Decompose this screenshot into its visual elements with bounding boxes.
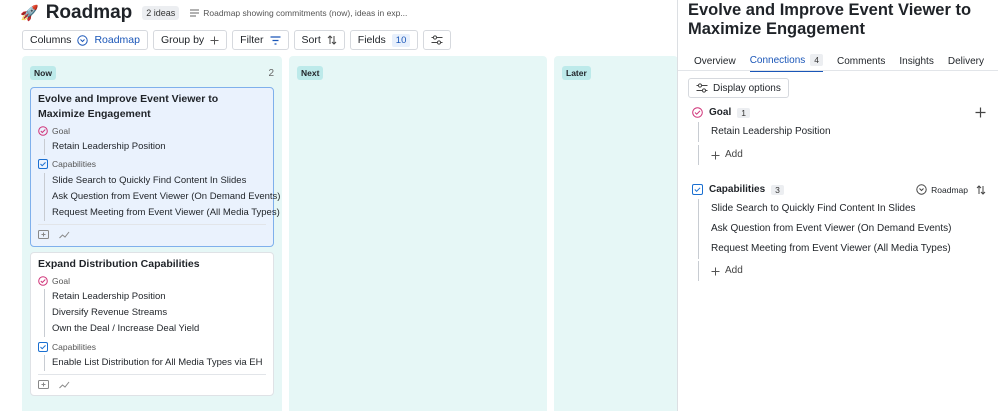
columns-button[interactable]: Columns Roadmap (22, 30, 148, 50)
view-settings-button[interactable] (423, 30, 452, 50)
fields-label: Fields (357, 34, 386, 46)
page-header: 🚀 Roadmap 2 ideas Roadmap showing commit… (20, 2, 407, 24)
goal-connection-section: Goal 1 (692, 107, 988, 118)
capabilities-section-label: Capabilities (709, 184, 766, 195)
column-label-next: Next (297, 66, 324, 80)
columns-label: Columns (30, 34, 72, 46)
toolbar: Columns Roadmap Group by Filter Sort Fie… (22, 30, 452, 50)
goal-section-label: Goal (52, 126, 70, 136)
idea-card[interactable]: Evolve and Improve Event Viewer to Maxim… (30, 87, 280, 247)
goal-item[interactable]: Retain Leadership Position (44, 289, 166, 305)
idea-card-title[interactable]: Expand Distribution Capabilities (38, 257, 265, 272)
columns-value: Roadmap (94, 34, 140, 46)
capability-check-icon (38, 159, 48, 169)
plus-icon (711, 151, 720, 160)
goal-section-count: 1 (737, 107, 750, 118)
board-column-later: Later (554, 56, 678, 411)
group-by-label: Group by (160, 34, 205, 46)
comment-icon[interactable] (38, 380, 49, 390)
goal-check-icon (692, 107, 703, 118)
capabilities-sort-control[interactable]: Roadmap (916, 184, 986, 195)
tab-connections-count: 4 (810, 54, 824, 66)
ideas-count-badge: 2 ideas (142, 6, 180, 20)
display-options-button[interactable]: Display options (688, 78, 789, 98)
tabs-divider (678, 70, 998, 71)
idea-card-title[interactable]: Evolve and Improve Event Viewer to Maxim… (38, 92, 265, 122)
add-goal-plus-button[interactable] (975, 107, 986, 118)
rocket-icon: 🚀 (20, 4, 39, 22)
page-title: Roadmap (45, 2, 133, 23)
plus-icon (210, 36, 219, 45)
board-column-now: Now 2 Evolve and Improve Event Viewer to… (22, 56, 282, 411)
insights-trend-icon[interactable] (59, 380, 70, 390)
goal-section-label: Goal (52, 276, 70, 286)
group-by-button[interactable]: Group by (152, 30, 228, 50)
comment-icon[interactable] (38, 230, 49, 240)
goal-item[interactable]: Retain Leadership Position (44, 139, 166, 155)
display-options-label: Display options (713, 82, 781, 94)
board-column-next: Next (289, 56, 547, 411)
page-description[interactable]: Roadmap showing commitments (now), ideas… (190, 8, 407, 18)
sort-label: Sort (301, 34, 321, 46)
sliders-icon (696, 83, 708, 93)
filter-label: Filter (240, 34, 264, 46)
sort-icon[interactable] (976, 184, 986, 195)
column-label-later: Later (562, 66, 591, 80)
goal-section: Goal (38, 276, 70, 286)
capabilities-section-count: 3 (771, 184, 784, 195)
card-footer (38, 224, 266, 240)
add-capability-button[interactable]: Add (698, 261, 743, 281)
goal-check-icon (38, 276, 48, 286)
goal-item[interactable]: Own the Deal / Increase Deal Yield (44, 321, 199, 337)
capability-connection-item[interactable]: Ask Question from Event Viewer (On Deman… (698, 219, 951, 239)
fields-button[interactable]: Fields 10 (349, 30, 419, 50)
idea-card[interactable]: Expand Distribution Capabilities Goal Re… (30, 252, 274, 396)
goal-section-label: Goal (709, 107, 732, 118)
card-footer (38, 374, 266, 390)
capabilities-section-label: Capabilities (52, 159, 96, 169)
filter-button[interactable]: Filter (232, 30, 289, 50)
tab-insights-label: Insights (899, 55, 934, 67)
column-label-now: Now (30, 66, 56, 80)
text-lines-icon (190, 9, 200, 17)
capability-item[interactable]: Slide Search to Quickly Find Content In … (44, 173, 246, 189)
capability-check-icon (38, 342, 48, 352)
tab-overview-label: Overview (694, 55, 736, 67)
capability-item[interactable]: Enable List Distribution for All Media T… (44, 355, 263, 371)
sort-icon (327, 35, 337, 45)
tab-connections-label: Connections (749, 54, 806, 66)
column-count-now: 2 (268, 67, 274, 79)
capabilities-section: Capabilities (38, 159, 96, 169)
detail-title[interactable]: Evolve and Improve Event Viewer to Maxim… (688, 1, 998, 39)
capabilities-sort-label: Roadmap (931, 184, 968, 195)
capabilities-section-label: Capabilities (52, 342, 96, 352)
capability-item[interactable]: Request Meeting from Event Viewer (All M… (44, 205, 280, 221)
filter-icon (270, 35, 281, 45)
capability-item[interactable]: Ask Question from Event Viewer (On Deman… (44, 189, 280, 205)
goal-item[interactable]: Diversify Revenue Streams (44, 305, 167, 321)
add-goal-label: Add (725, 149, 743, 160)
tab-delivery-label: Delivery (947, 55, 984, 67)
page-description-text: Roadmap showing commitments (now), ideas… (203, 8, 408, 18)
chevron-down-circle-icon (916, 184, 927, 195)
insights-trend-icon[interactable] (59, 230, 70, 240)
plus-icon (711, 267, 720, 276)
capability-connection-item[interactable]: Slide Search to Quickly Find Content In … (698, 199, 916, 219)
sliders-icon (431, 35, 443, 45)
goal-check-icon (38, 126, 48, 136)
add-goal-button[interactable]: Add (698, 145, 743, 165)
tab-comments-label: Comments (837, 55, 886, 67)
idea-detail-panel: Evolve and Improve Event Viewer to Maxim… (677, 0, 998, 411)
add-capability-label: Add (725, 265, 743, 276)
goal-section: Goal (38, 126, 70, 136)
plus-icon (975, 107, 986, 118)
capabilities-section: Capabilities (38, 342, 96, 352)
roadmap-chevron-icon (77, 34, 89, 46)
fields-count: 10 (391, 33, 411, 47)
capability-connection-item[interactable]: Request Meeting from Event Viewer (All M… (698, 239, 951, 259)
goal-connection-item[interactable]: Retain Leadership Position (698, 122, 831, 142)
sort-button[interactable]: Sort (293, 30, 345, 50)
capability-check-icon (692, 184, 703, 195)
